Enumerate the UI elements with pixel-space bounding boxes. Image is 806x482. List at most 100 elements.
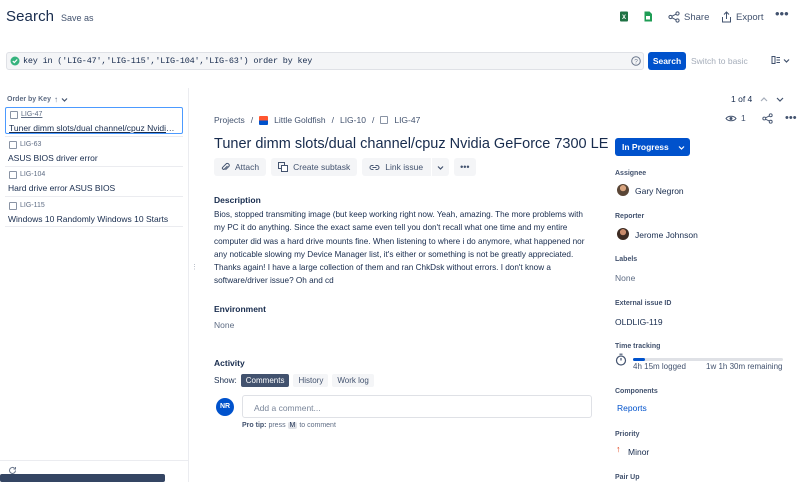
priority-label: Priority: [615, 431, 640, 438]
pager-text: 1 of 4: [731, 94, 753, 104]
reporter-avatar: [617, 228, 629, 240]
link-issue-button[interactable]: Link issue: [362, 158, 450, 176]
time-tracking-bar[interactable]: [633, 358, 783, 361]
chevron-down-icon[interactable]: [776, 96, 784, 103]
environment-value[interactable]: None: [214, 320, 234, 330]
breadcrumb-issue[interactable]: LIG-47: [394, 115, 420, 125]
pro-tip-press: press: [268, 422, 286, 429]
chevron-down-icon[interactable]: [437, 164, 444, 171]
bottom-status-bar: [0, 474, 165, 482]
save-as-button[interactable]: Save as: [61, 13, 94, 23]
issue-summary: ASUS BIOS driver error: [8, 153, 98, 163]
time-remaining: 1w 1h 30m remaining: [706, 362, 783, 371]
divider: [0, 460, 189, 461]
pro-tip-label: Pro tip:: [242, 422, 267, 429]
time-tracking-label: Time tracking: [615, 343, 661, 350]
keyboard-key: M: [287, 422, 298, 429]
svg-text:?: ?: [634, 59, 638, 66]
watchers-button[interactable]: 1: [725, 113, 746, 123]
issue-action-bar: Attach Create subtask Link issue •••: [214, 158, 476, 176]
issue-list-item-lig-63[interactable]: LIG-63 ASUS BIOS driver error: [5, 138, 183, 165]
issue-type-icon: [380, 116, 389, 124]
help-icon[interactable]: ?: [631, 56, 641, 66]
share-icon[interactable]: [762, 113, 773, 124]
activity-heading: Activity: [214, 358, 245, 368]
project-avatar-icon: [259, 115, 269, 125]
divider: [5, 226, 183, 227]
external-id-value[interactable]: OLDLIG-119: [615, 317, 663, 327]
share-button[interactable]: Share: [668, 11, 709, 23]
assignee-value[interactable]: Gary Negron: [635, 186, 684, 196]
page-title: Search: [6, 8, 55, 25]
tab-history[interactable]: History: [293, 374, 329, 387]
issue-type-icon: [10, 111, 18, 119]
issue-type-icon: [9, 171, 17, 179]
more-options-icon[interactable]: •••: [785, 112, 797, 124]
tab-work-log[interactable]: Work log: [332, 374, 374, 387]
time-logged: 4h 15m logged: [633, 362, 686, 371]
labels-label: Labels: [615, 256, 638, 263]
divider: [5, 166, 183, 167]
create-subtask-label: Create subtask: [293, 162, 351, 172]
tab-comments[interactable]: Comments: [240, 374, 290, 387]
more-options-icon[interactable]: •••: [775, 6, 789, 21]
breadcrumb-projects[interactable]: Projects: [214, 115, 245, 125]
breadcrumb: Projects / Little Goldfish / LIG-10 / LI…: [214, 115, 421, 125]
layout-toggle[interactable]: [771, 55, 790, 65]
issue-type-icon: [9, 202, 17, 210]
svg-text:X: X: [622, 15, 626, 21]
status-label: In Progress: [622, 142, 669, 152]
chevron-down-icon: [783, 58, 790, 63]
breadcrumb-project[interactable]: Little Goldfish: [274, 115, 326, 125]
assignee-avatar: [617, 184, 629, 196]
divider: [5, 136, 183, 137]
description-text[interactable]: Bios, stopped transmiting image (but kee…: [214, 208, 586, 288]
issue-detail-panel: 1 of 4 Projects / Little Goldfish / LIG-…: [190, 88, 806, 482]
pair-up-label: Pair Up: [615, 474, 640, 481]
chevron-down-icon: [678, 145, 685, 150]
comment-input[interactable]: Add a comment...: [242, 395, 592, 418]
export-icon: [722, 11, 731, 23]
status-dropdown[interactable]: In Progress: [615, 138, 690, 156]
attach-button[interactable]: Attach: [214, 158, 267, 176]
search-button[interactable]: Search: [648, 52, 686, 70]
share-label: Share: [684, 11, 710, 23]
more-actions-icon[interactable]: •••: [454, 158, 476, 176]
issue-title[interactable]: Tuner dimm slots/dual channel/cpuz Nvidi…: [214, 136, 608, 152]
breadcrumb-parent[interactable]: LIG-10: [340, 115, 366, 125]
create-subtask-button[interactable]: Create subtask: [271, 158, 358, 176]
switch-to-basic-link[interactable]: Switch to basic: [691, 56, 748, 66]
issue-list-item-lig-115[interactable]: LIG-115 Windows 10 Randomly Windows 10 S…: [5, 199, 183, 226]
paperclip-icon: [221, 162, 230, 171]
jql-query-field[interactable]: key in ('LIG-47','LIG-115','LIG-104','LI…: [6, 52, 644, 70]
components-label: Components: [615, 388, 658, 395]
labels-value[interactable]: None: [615, 273, 635, 283]
issue-list-item-lig-104[interactable]: LIG-104 Hard drive error ASUS BIOS: [5, 168, 183, 195]
chevron-down-icon: [61, 98, 68, 102]
external-id-label: External issue ID: [615, 300, 672, 307]
issue-key: LIG-115: [20, 202, 45, 209]
sheet-export-icon[interactable]: [643, 11, 653, 22]
watchers-count: 1: [741, 113, 746, 123]
divider: [5, 196, 183, 197]
link-issue-label: Link issue: [385, 162, 424, 172]
description-heading: Description: [214, 195, 261, 205]
order-by-control[interactable]: Order by Key ↑: [7, 95, 68, 104]
chevron-up-icon[interactable]: [760, 96, 768, 103]
reporter-label: Reporter: [615, 213, 645, 220]
components-value[interactable]: Reports: [617, 403, 647, 413]
issue-key: LIG-63: [20, 141, 42, 148]
pagination: 1 of 4: [731, 94, 784, 104]
export-label: Export: [736, 11, 764, 23]
reporter-value[interactable]: Jerome Johnson: [635, 230, 698, 240]
avatar: NR: [216, 398, 234, 416]
link-icon: [369, 164, 380, 170]
sort-ascending-icon: ↑: [53, 95, 58, 104]
priority-arrow-icon: ↑: [616, 444, 621, 454]
issue-list-item-lig-47[interactable]: LIG-47 Tuner dimm slots/dual channel/cpu…: [5, 107, 183, 134]
priority-value[interactable]: Minor: [628, 447, 649, 457]
show-label: Show:: [214, 376, 237, 385]
excel-export-icon[interactable]: X: [619, 11, 629, 22]
export-button[interactable]: Export: [721, 11, 763, 23]
time-tracking-fill: [633, 358, 645, 361]
